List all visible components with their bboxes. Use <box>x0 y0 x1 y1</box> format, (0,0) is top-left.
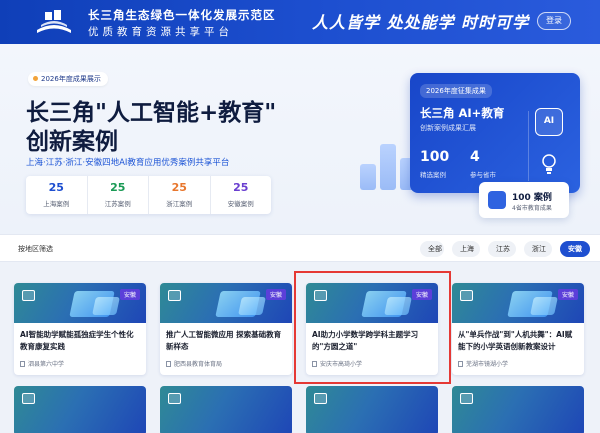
top-header: 长三角生态绿色一体化发展示范区 优质教育资源共享平台 人人皆学 处处能学 时时可… <box>0 0 600 44</box>
filter-chip-jiangsu[interactable]: 江苏 <box>488 241 516 257</box>
stat-zhejiang[interactable]: 25 浙江案例 <box>149 176 211 214</box>
folder-icon <box>314 393 327 404</box>
filter-chip-all[interactable]: 全部 <box>420 241 444 257</box>
case-card-title: 从"单兵作战"到"人机共舞"：AI赋能下的小学英语创新教案设计 <box>458 330 573 351</box>
feature-card-tag: 2026年度征集成果 <box>420 84 492 98</box>
hero-title-line2: 创新案例 <box>26 129 118 155</box>
stat-label: 江苏案例 <box>104 200 131 208</box>
document-icon <box>488 191 506 209</box>
case-card-next-row[interactable] <box>160 386 292 433</box>
case-card-cover: 安徽 <box>14 283 146 323</box>
stat-shanghai[interactable]: 25 上海案例 <box>26 176 88 214</box>
stat-value: 25 <box>171 181 187 194</box>
filter-chip-shanghai[interactable]: 上海 <box>452 241 480 257</box>
floating-card-sub: 4省市教育成果 <box>512 205 552 212</box>
case-card-cover: 安徽 <box>160 283 292 323</box>
hero-badge: 2026年度成果展示 <box>28 72 108 86</box>
region-filter-bar: 按地区筛选 全部 上海 江苏 浙江 安徽 <box>0 234 600 262</box>
feature-card-divider <box>528 111 529 181</box>
folder-icon <box>168 393 181 404</box>
floating-stat-card: 100 案例 4省市教育成果 <box>479 182 569 218</box>
feature-card-subheading: 创新案例成果汇展 <box>420 124 476 132</box>
lightbulb-icon <box>542 154 556 174</box>
case-card-school: 肥西县教育体育局 <box>166 359 222 368</box>
case-card-next-row[interactable] <box>452 386 584 433</box>
hero-subtitle: 上海·江苏·浙江·安徽四地AI教育应用优秀案例共享平台 <box>26 158 230 168</box>
region-tag: 安徽 <box>265 289 286 300</box>
folder-icon <box>460 290 473 301</box>
filter-label: 按地区筛选 <box>18 245 53 253</box>
school-icon <box>458 361 463 367</box>
case-card-title: AI智能助学赋能孤独症学生个性化教育康复实践 <box>20 330 134 351</box>
stat-label: 浙江案例 <box>166 200 193 208</box>
org-name-line2: 优质教育资源共享平台 <box>88 26 233 38</box>
stat-value: 25 <box>110 181 126 194</box>
case-card[interactable]: 安徽 从"单兵作战"到"人机共舞"：AI赋能下的小学英语创新教案设计 芜湖市镜湖… <box>452 283 584 375</box>
login-button[interactable]: 登录 <box>537 12 571 30</box>
slogan: 人人皆学 处处能学 时时可学 <box>312 13 530 32</box>
case-card-school: 安庆市高琦小学 <box>312 359 362 368</box>
case-card-next-row[interactable] <box>306 386 438 433</box>
case-card-grid: 安徽 AI智能助学赋能孤独症学生个性化教育康复实践 泗县第六中学 安徽 推广人工… <box>0 262 600 433</box>
feature-card-heading: 长三角 AI+教育 <box>420 106 505 120</box>
case-card-cover: 安徽 <box>452 283 584 323</box>
feature-stat-regions-value: 4 <box>470 149 480 165</box>
hero-badge-text: 2026年度成果展示 <box>41 75 101 83</box>
stat-value: 25 <box>233 181 249 194</box>
feature-stat-cases-label: 精选案例 <box>420 171 446 179</box>
region-tag: 安徽 <box>411 289 432 300</box>
folder-icon <box>22 290 35 301</box>
folder-icon <box>314 290 327 301</box>
region-tag: 安徽 <box>119 289 140 300</box>
case-card-school: 泗县第六中学 <box>20 359 64 368</box>
org-name-line1: 长三角生态绿色一体化发展示范区 <box>88 8 276 22</box>
case-card-next-row[interactable] <box>14 386 146 433</box>
school-icon <box>312 361 317 367</box>
ai-chip-icon: AI <box>535 108 563 136</box>
folder-icon <box>22 393 35 404</box>
region-tag: 安徽 <box>557 289 578 300</box>
case-card-school: 芜湖市镜湖小学 <box>458 359 508 368</box>
stat-label: 安徽案例 <box>227 200 254 208</box>
folder-icon <box>460 393 473 404</box>
feature-stat-regions-label: 参与省市 <box>470 171 496 179</box>
stat-jiangsu[interactable]: 25 江苏案例 <box>88 176 149 214</box>
school-icon <box>20 361 25 367</box>
feature-stat-cases-value: 100 <box>420 149 450 165</box>
filter-chip-anhui[interactable]: 安徽 <box>560 241 590 257</box>
platform-logo-icon <box>37 10 71 33</box>
region-stats: 25 上海案例 25 江苏案例 25 浙江案例 25 安徽案例 <box>26 176 271 214</box>
school-icon <box>166 361 171 367</box>
feature-card: 2026年度征集成果 长三角 AI+教育 创新案例成果汇展 100 精选案例 4… <box>410 73 580 193</box>
case-card[interactable]: 安徽 推广人工智能微应用 探索基础教育新样态 肥西县教育体育局 <box>160 283 292 375</box>
case-card-title: AI助力小学数学跨学科主题学习的"方圆之道" <box>312 330 419 351</box>
stat-value: 25 <box>48 181 64 194</box>
badge-dot-icon <box>33 76 38 81</box>
case-card[interactable]: 安徽 AI助力小学数学跨学科主题学习的"方圆之道" 安庆市高琦小学 <box>306 283 438 375</box>
filter-chip-zhejiang[interactable]: 浙江 <box>524 241 552 257</box>
case-card[interactable]: 安徽 AI智能助学赋能孤独症学生个性化教育康复实践 泗县第六中学 <box>14 283 146 375</box>
stat-anhui[interactable]: 25 安徽案例 <box>211 176 272 214</box>
case-card-cover: 安徽 <box>306 283 438 323</box>
floating-card-title: 100 案例 <box>512 193 552 203</box>
stat-label: 上海案例 <box>43 200 70 208</box>
folder-icon <box>168 290 181 301</box>
case-card-title: 推广人工智能微应用 探索基础教育新样态 <box>166 330 282 351</box>
